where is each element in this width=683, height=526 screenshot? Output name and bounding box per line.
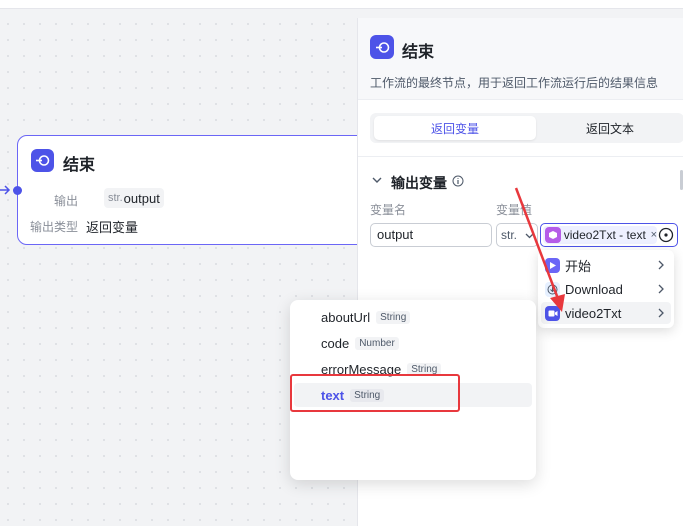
- edge-arrow-icon: [0, 185, 11, 195]
- cascader-item-label: Download: [565, 281, 623, 297]
- reference-chip-text: video2Txt - text: [563, 228, 646, 242]
- field-name: aboutUrl: [321, 309, 371, 325]
- info-icon[interactable]: [452, 175, 464, 187]
- chevron-down-icon[interactable]: [372, 175, 382, 185]
- end-node-icon: [31, 149, 54, 172]
- end-node[interactable]: 结束 输出 str. output 输出类型 返回变量: [13, 135, 367, 245]
- annotation-highlight-box: [290, 374, 460, 412]
- output-value: output: [123, 190, 160, 206]
- close-icon[interactable]: ×: [651, 229, 657, 241]
- panel-description: 工作流的最终节点，用于返回工作流运行后的结果信息: [370, 76, 659, 90]
- chevron-right-icon: [658, 308, 664, 318]
- variable-picker-icon[interactable]: [658, 227, 674, 243]
- output-chip: str. output: [104, 188, 164, 208]
- chevron-right-icon: [658, 260, 664, 270]
- output-mode-tabs: 返回变量 返回文本: [370, 113, 683, 143]
- panel-title: 结束: [402, 44, 435, 61]
- top-bar: [0, 0, 683, 9]
- chevron-right-icon: [658, 284, 664, 294]
- field-type-tag: Number: [355, 336, 399, 350]
- cascader-item-label: video2Txt: [565, 305, 622, 321]
- field-name: code: [321, 335, 350, 351]
- col-var-name: 变量名: [370, 203, 407, 217]
- annotation-arrow-icon: [514, 187, 565, 312]
- output-type-prefix: str.: [108, 192, 123, 204]
- output-type-value: 返回变量: [86, 220, 139, 235]
- field-row-code[interactable]: code Number: [321, 332, 399, 354]
- section-title: 输出变量: [391, 175, 447, 191]
- node-title: 结束: [63, 157, 96, 174]
- output-label: 输出: [54, 194, 79, 208]
- end-node-icon: [370, 35, 394, 59]
- var-name-input[interactable]: output: [370, 223, 492, 247]
- field-row-abouturl[interactable]: aboutUrl String: [321, 306, 411, 328]
- field-type-tag: String: [376, 310, 411, 324]
- panel-header: 结束 工作流的最终节点，用于返回工作流运行后的结果信息: [358, 18, 683, 100]
- tab-return-text[interactable]: 返回文本: [540, 116, 680, 140]
- node-input-handle[interactable]: [13, 186, 22, 195]
- divider: [358, 156, 683, 157]
- tab-return-variable[interactable]: 返回变量: [374, 116, 536, 140]
- output-type-label: 输出类型: [30, 220, 79, 234]
